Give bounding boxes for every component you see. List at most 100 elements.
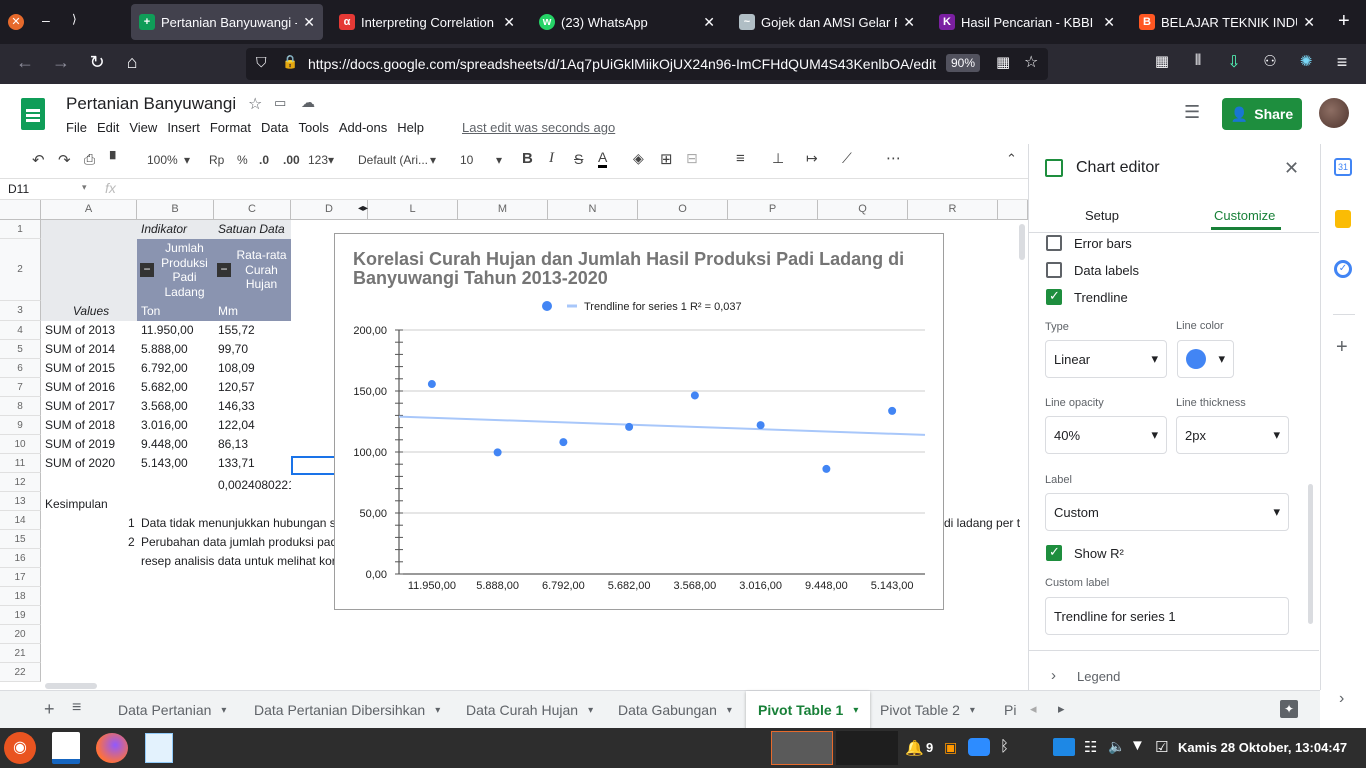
pivot-value-c[interactable]: 155,72 bbox=[214, 321, 291, 340]
zoom-select[interactable]: 100% bbox=[147, 153, 178, 167]
row-header[interactable]: 2 bbox=[0, 239, 41, 301]
kesimpulan-label[interactable]: Kesimpulan bbox=[41, 495, 108, 514]
browser-tab[interactable]: ~ Gojek dan AMSI Gelar P ✕ bbox=[731, 4, 923, 40]
conclusion-text[interactable]: Data tidak menunjukkan hubungan s bbox=[137, 514, 334, 533]
menu-tools[interactable]: Tools bbox=[298, 120, 328, 135]
row-header[interactable]: 13 bbox=[0, 492, 41, 511]
tab-customize[interactable]: Customize bbox=[1214, 208, 1275, 223]
close-tab-icon[interactable]: ✕ bbox=[303, 14, 315, 31]
row-header[interactable]: 5 bbox=[0, 340, 41, 359]
text-color-icon[interactable]: A bbox=[598, 149, 608, 168]
shield-icon[interactable]: ⛉ bbox=[256, 54, 267, 71]
show-r2-checkbox[interactable] bbox=[1046, 544, 1062, 561]
screenshot-icon[interactable]: ▣ bbox=[944, 739, 957, 756]
more-formats-button[interactable]: 123 bbox=[308, 153, 328, 167]
writer-icon[interactable] bbox=[52, 732, 80, 764]
menu-view[interactable]: View bbox=[129, 120, 157, 135]
pivot-value-c[interactable]: 122,04 bbox=[214, 416, 291, 435]
merge-cells-icon[interactable]: ⊟ bbox=[686, 150, 698, 167]
trendline-checkbox[interactable] bbox=[1046, 288, 1062, 305]
menu-addons[interactable]: Add-ons bbox=[339, 120, 387, 135]
menu-insert[interactable]: Insert bbox=[167, 120, 200, 135]
undo-icon[interactable]: ↶ bbox=[32, 151, 45, 169]
name-box[interactable]: D11 bbox=[8, 182, 29, 196]
pivot-row-label[interactable]: SUM of 2014 bbox=[41, 340, 137, 359]
expand-panel-icon[interactable]: › bbox=[1339, 690, 1344, 708]
zoom-level[interactable]: 90% bbox=[946, 54, 981, 72]
column-header[interactable]: M bbox=[458, 200, 548, 220]
conclusion-text-overflow[interactable]: di ladang per t bbox=[940, 514, 1028, 533]
new-tab-icon[interactable]: + bbox=[1338, 10, 1350, 33]
percent-button[interactable]: % bbox=[237, 153, 248, 167]
browser-tab[interactable]: α Interpreting Correlation ✕ bbox=[331, 4, 523, 40]
sheet-tab[interactable]: Data Pertanian ▾ bbox=[106, 691, 238, 729]
row-header[interactable]: 14 bbox=[0, 511, 41, 530]
data-labels-checkbox[interactable] bbox=[1046, 262, 1062, 278]
vertical-align-icon[interactable]: ⊥ bbox=[772, 150, 784, 167]
pivot-row-label[interactable]: SUM of 2015 bbox=[41, 359, 137, 378]
column-header[interactable] bbox=[998, 200, 1028, 220]
tasks-icon[interactable]: ✓ bbox=[1334, 260, 1352, 278]
chevron-down-icon[interactable]: ▾ bbox=[435, 705, 440, 716]
extensions-icon[interactable]: ▦ bbox=[1150, 52, 1174, 70]
column-header[interactable]: A bbox=[41, 200, 137, 220]
add-sheet-icon[interactable]: + bbox=[44, 699, 55, 720]
chevron-right-icon[interactable]: › bbox=[1051, 667, 1056, 684]
legend-section[interactable]: Legend bbox=[1077, 669, 1120, 684]
pivot-row-label[interactable]: SUM of 2017 bbox=[41, 397, 137, 416]
pivot-value-c[interactable]: 146,33 bbox=[214, 397, 291, 416]
pivot-header-b[interactable]: − Jumlah Produksi Padi Ladang bbox=[137, 239, 214, 301]
column-header[interactable]: L bbox=[368, 200, 458, 220]
pivot-header-c[interactable]: − Rata-rata Curah Hujan bbox=[214, 239, 291, 301]
row-header[interactable]: 8 bbox=[0, 397, 41, 416]
browser-tab[interactable]: K Hasil Pencarian - KBBI D ✕ bbox=[931, 4, 1123, 40]
column-header[interactable]: C bbox=[214, 200, 291, 220]
pivot-row-label[interactable]: SUM of 2018 bbox=[41, 416, 137, 435]
explore-icon[interactable]: ✦ bbox=[1280, 700, 1298, 718]
row-header[interactable]: 11 bbox=[0, 454, 41, 473]
decrease-decimal-button[interactable]: .0 bbox=[259, 153, 269, 167]
menu-help[interactable]: Help bbox=[397, 120, 424, 135]
drawing-icon[interactable] bbox=[145, 733, 173, 763]
row-header[interactable]: 16 bbox=[0, 549, 41, 568]
conclusion-number[interactable]: 2 bbox=[124, 533, 135, 552]
pivot-value-c[interactable]: 99,70 bbox=[214, 340, 291, 359]
fill-color-icon[interactable]: ◈ bbox=[633, 150, 644, 167]
type-select[interactable]: Linear ▾ bbox=[1045, 340, 1167, 378]
home-icon[interactable]: ⌂ bbox=[120, 52, 144, 73]
line-color-select[interactable]: ▾ bbox=[1177, 340, 1234, 378]
column-header[interactable]: B bbox=[137, 200, 214, 220]
row-header[interactable]: 7 bbox=[0, 378, 41, 397]
clipboard-icon[interactable]: ☑ bbox=[1155, 738, 1168, 756]
pivot-value-b[interactable]: 6.792,00 bbox=[137, 359, 214, 378]
line-opacity-select[interactable]: 40% ▾ bbox=[1045, 416, 1167, 454]
column-header[interactable]: O bbox=[638, 200, 728, 220]
close-tab-icon[interactable]: ✕ bbox=[903, 14, 915, 31]
pivot-value-b[interactable]: 5.888,00 bbox=[137, 340, 214, 359]
vertical-scrollbar[interactable] bbox=[1019, 224, 1025, 260]
print-icon[interactable]: ⎙ bbox=[84, 151, 95, 168]
sheets-logo-icon[interactable] bbox=[21, 98, 45, 130]
custom-label-input[interactable]: Trendline for series 1 bbox=[1045, 597, 1289, 635]
font-select[interactable]: Default (Ari... bbox=[358, 153, 428, 167]
close-tab-icon[interactable]: ✕ bbox=[703, 14, 715, 31]
chevron-down-icon[interactable]: ▾ bbox=[727, 705, 732, 716]
chevron-down-icon[interactable]: ▾ bbox=[221, 705, 226, 716]
currency-button[interactable]: Rp bbox=[209, 153, 224, 167]
row-header[interactable]: 6 bbox=[0, 359, 41, 378]
line-thickness-select[interactable]: 2px ▾ bbox=[1176, 416, 1289, 454]
clock[interactable]: Kamis 28 Oktober, 13:04:47 bbox=[1178, 740, 1347, 755]
close-tab-icon[interactable]: ✕ bbox=[503, 14, 515, 31]
chevron-down-icon[interactable]: ▾ bbox=[853, 705, 858, 716]
menu-data[interactable]: Data bbox=[261, 120, 288, 135]
chevron-down-icon[interactable]: ▾ bbox=[970, 705, 975, 716]
firefox-icon[interactable] bbox=[96, 733, 128, 763]
volume-icon[interactable]: 🔈 bbox=[1108, 738, 1125, 755]
workspace-1[interactable] bbox=[771, 731, 833, 765]
keep-icon[interactable] bbox=[1335, 210, 1351, 228]
calendar-icon[interactable]: 31 bbox=[1334, 158, 1352, 176]
bookmark-star-icon[interactable]: ☆ bbox=[1024, 52, 1038, 72]
pivot-row-label[interactable]: SUM of 2019 bbox=[41, 435, 137, 454]
scroll-tabs-left-icon[interactable]: ◂ bbox=[1030, 701, 1037, 717]
bluetooth-icon[interactable]: ᛒ bbox=[1000, 738, 1009, 755]
